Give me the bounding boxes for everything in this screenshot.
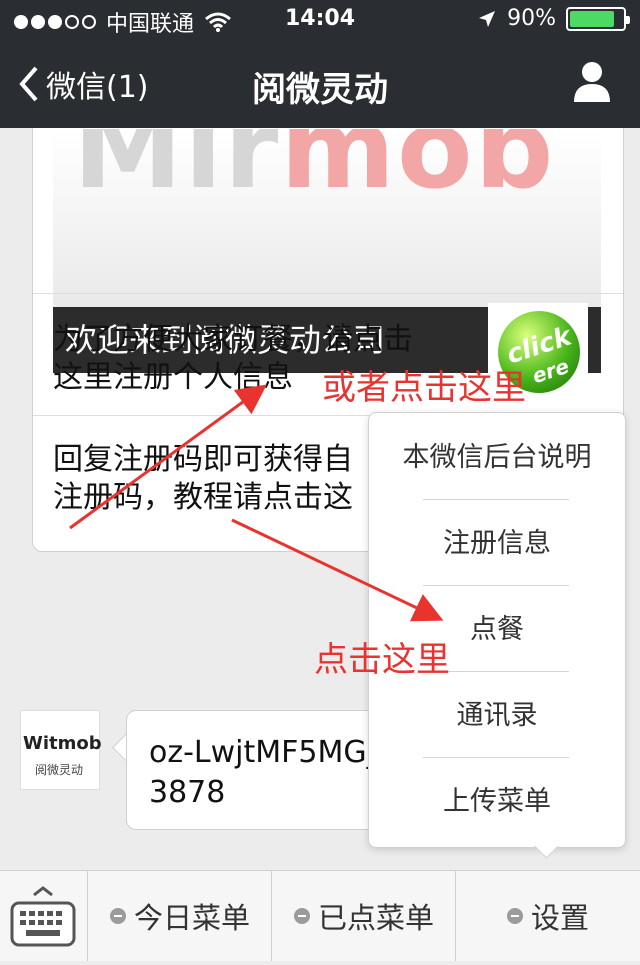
annotation-or-click-here: 或者点击这里 [322,368,526,408]
annotation-arrow-1 [69,384,267,530]
annotation-arrow-2 [231,518,444,622]
annotation-click-here: 点击这里 [314,640,450,680]
annotation-arrows [69,384,444,622]
